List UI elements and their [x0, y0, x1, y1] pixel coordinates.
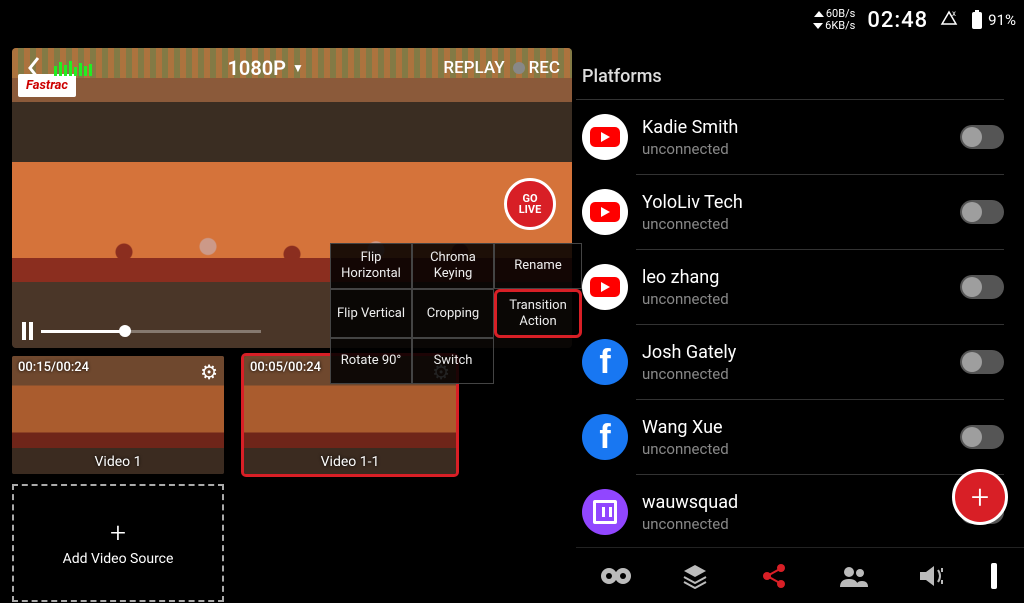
- back-button[interactable]: [20, 54, 48, 82]
- youtube-icon: [582, 114, 628, 160]
- record-label: REC: [529, 58, 560, 78]
- platform-status: unconnected: [642, 440, 729, 458]
- thumb-label: Video 1: [12, 454, 224, 470]
- network-speed: 60B/s 6KB/s: [813, 8, 855, 32]
- menu-rotate-90[interactable]: Rotate 90°: [330, 338, 412, 384]
- platform-name: Wang Xue: [642, 417, 729, 438]
- platform-status: unconnected: [642, 140, 738, 158]
- thumb-time: 00:15/00:24: [18, 360, 89, 375]
- menu-transition-action[interactable]: Transition Action: [494, 289, 582, 338]
- progress-slider[interactable]: [41, 330, 261, 333]
- platform-status: unconnected: [642, 215, 743, 233]
- platform-row[interactable]: Kadie Smith unconnected: [576, 100, 1024, 174]
- chevron-down-icon: ▼: [292, 61, 304, 75]
- menu-flip-vertical[interactable]: Flip Vertical: [330, 289, 412, 338]
- platforms-heading: Platforms: [576, 48, 1024, 99]
- signal-icon: x: [940, 10, 958, 30]
- menu-cropping[interactable]: Cropping: [412, 289, 494, 338]
- record-dot-icon: [513, 62, 525, 74]
- platform-toggle[interactable]: [960, 350, 1004, 374]
- status-bar: 60B/s 6KB/s 02:48 x 91%: [813, 0, 1016, 40]
- youtube-icon: [582, 264, 628, 310]
- battery-percent: 91%: [988, 11, 1016, 29]
- bottom-nav: [576, 547, 1024, 603]
- audio-meter: [54, 61, 92, 76]
- platform-toggle[interactable]: [960, 200, 1004, 224]
- replay-button[interactable]: REPLAY: [439, 56, 508, 80]
- platform-row[interactable]: leo zhang unconnected: [576, 250, 1024, 324]
- thumb-label: Video 1-1: [244, 454, 456, 470]
- add-source-label: Add Video Source: [63, 551, 174, 568]
- nav-people[interactable]: [833, 556, 873, 596]
- menu-empty: [494, 338, 582, 384]
- nav-share[interactable]: [754, 556, 794, 596]
- platform-status: unconnected: [642, 365, 736, 383]
- menu-chroma-keying[interactable]: Chroma Keying: [412, 243, 494, 289]
- youtube-icon: [582, 189, 628, 235]
- resolution-selector[interactable]: 1080P ▼: [227, 56, 303, 80]
- menu-switch[interactable]: Switch: [412, 338, 494, 384]
- resolution-label: 1080P: [227, 56, 286, 80]
- twitch-icon: [582, 489, 628, 535]
- facebook-icon: f: [582, 414, 628, 460]
- platform-status: unconnected: [642, 290, 729, 308]
- svg-text:x: x: [952, 10, 956, 18]
- upload-icon: [814, 11, 824, 17]
- nav-controller[interactable]: [596, 556, 636, 596]
- platform-toggle[interactable]: [960, 275, 1004, 299]
- pause-button[interactable]: [22, 322, 33, 340]
- platform-name: wauwsquad: [642, 492, 738, 513]
- nav-handle[interactable]: [991, 563, 997, 589]
- add-video-source-button[interactable]: + Add Video Source: [12, 484, 224, 602]
- nav-layers[interactable]: [675, 556, 715, 596]
- platform-status: unconnected: [642, 515, 738, 533]
- menu-flip-horizontal[interactable]: Flip Horizontal: [330, 243, 412, 289]
- platform-row[interactable]: f Wang Xue unconnected: [576, 400, 1024, 474]
- thumb-time: 00:05/00:24: [250, 360, 321, 375]
- go-live-button[interactable]: GO LIVE: [504, 178, 556, 230]
- gear-icon[interactable]: ⚙: [200, 360, 218, 384]
- platform-name: YoloLiv Tech: [642, 192, 743, 213]
- platform-name: Josh Gately: [642, 342, 736, 363]
- clock: 02:48: [867, 8, 928, 33]
- platform-row[interactable]: f Josh Gately unconnected: [576, 325, 1024, 399]
- platform-toggle[interactable]: [960, 425, 1004, 449]
- platform-row[interactable]: YoloLiv Tech unconnected: [576, 175, 1024, 249]
- record-button[interactable]: REC: [509, 56, 564, 80]
- add-platform-fab[interactable]: +: [952, 469, 1008, 525]
- platform-name: Kadie Smith: [642, 117, 738, 138]
- nav-volume[interactable]: [912, 556, 952, 596]
- download-icon: [813, 23, 823, 29]
- platform-name: leo zhang: [642, 267, 729, 288]
- download-speed: 6KB/s: [825, 20, 855, 32]
- menu-rename[interactable]: Rename: [494, 243, 582, 289]
- facebook-icon: f: [582, 339, 628, 385]
- source-thumb-1[interactable]: 00:15/00:24 ⚙ Video 1: [12, 356, 224, 474]
- source-context-menu: Flip Horizontal Chroma Keying Rename Fli…: [330, 243, 582, 384]
- platform-toggle[interactable]: [960, 125, 1004, 149]
- battery-indicator: 91%: [970, 10, 1016, 30]
- plus-icon: +: [110, 519, 126, 547]
